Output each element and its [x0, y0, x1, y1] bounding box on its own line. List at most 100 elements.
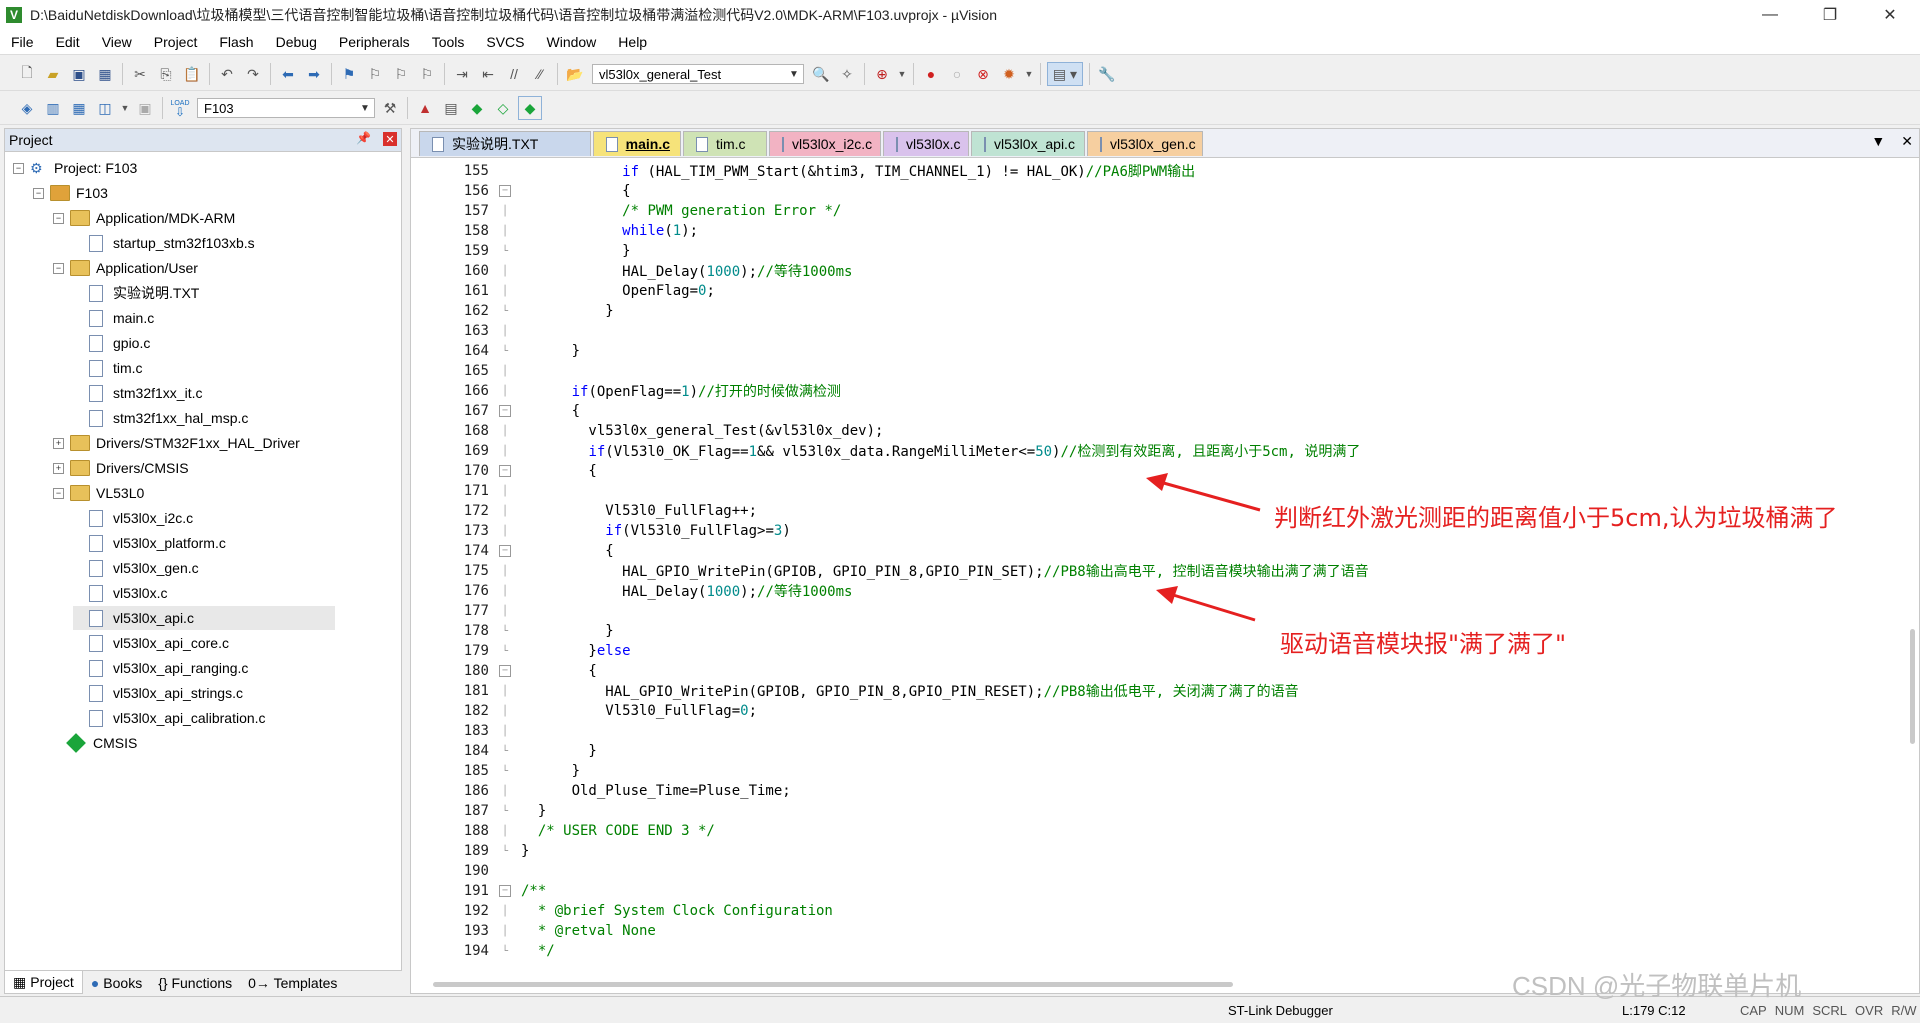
fold-collapse-icon[interactable]: − [499, 665, 511, 677]
code-line[interactable]: 191−/** [411, 881, 547, 901]
close-tab-icon[interactable]: ✕ [1901, 133, 1913, 150]
chevron-down-icon[interactable]: ▼ [1024, 63, 1034, 85]
tab-vl53l0x-i2c-c[interactable]: vl53l0x_i2c.c [769, 131, 881, 156]
fold-marker[interactable]: − [499, 185, 511, 197]
stop-build-icon[interactable]: ▣ [134, 97, 156, 119]
code-line[interactable]: 165 │ [411, 361, 521, 381]
breakpoint-kill-all-icon[interactable]: ✹ [998, 63, 1020, 85]
menu-svcs[interactable]: SVCS [475, 34, 535, 50]
code-line[interactable]: 188 │ /* USER CODE END 3 */ [411, 821, 715, 841]
code-line[interactable]: 183 │ [411, 721, 521, 741]
restore-button[interactable]: ❐ [1800, 0, 1860, 30]
tree-item[interactable]: − Application/User [53, 256, 198, 280]
collapse-icon[interactable]: − [13, 162, 24, 174]
tree-item[interactable]: gpio.c [73, 331, 150, 355]
code-line[interactable]: 194 └ */ [411, 941, 555, 961]
code-editor[interactable]: 155 if (HAL_TIM_PWM_Start(&htim3, TIM_CH… [411, 161, 1901, 961]
menu-edit[interactable]: Edit [45, 34, 91, 50]
code-line[interactable]: 162 └ } [411, 301, 614, 321]
tab-project[interactable]: ▦ Project [4, 971, 83, 994]
code-line[interactable]: 166 │ if(OpenFlag==1)//打开的时候做满检测 [411, 381, 841, 401]
code-line[interactable]: 171 │ [411, 481, 521, 501]
tab-txt[interactable]: 实验说明.TXT [419, 131, 591, 156]
code-line[interactable]: 169 │ if(Vl53l0_OK_Flag==1&& vl53l0x_data… [411, 441, 1361, 461]
build-icon[interactable]: ▥ [42, 97, 64, 119]
find-icon[interactable]: 🔍 [810, 63, 832, 85]
fold-marker[interactable]: − [499, 885, 511, 897]
navigate-forward-icon[interactable]: ➡ [303, 63, 325, 85]
tree-item[interactable]: vl53l0x_api_calibration.c [73, 706, 266, 730]
tab-vl53l0x-c[interactable]: vl53l0x.c [883, 131, 969, 156]
fold-collapse-icon[interactable]: − [499, 405, 511, 417]
uncomment-icon[interactable]: ⁄⁄ [529, 63, 551, 85]
function-combo[interactable]: vl53l0x_general_Test ▼ [592, 64, 804, 84]
breakpoint-insert-icon[interactable]: ● [920, 63, 942, 85]
menu-file[interactable]: File [0, 34, 45, 50]
close-icon[interactable]: ✕ [383, 132, 397, 146]
code-line[interactable]: 192 │ * @brief System Clock Configuration [411, 901, 833, 921]
tab-vl53l0x-gen-c[interactable]: vl53l0x_gen.c [1087, 131, 1203, 156]
bookmark-next-icon[interactable]: ⚐ [390, 63, 412, 85]
menu-debug[interactable]: Debug [265, 34, 328, 50]
fold-collapse-icon[interactable]: − [499, 465, 511, 477]
window-layout-icon[interactable]: ▤ ▾ [1047, 62, 1083, 86]
target-combo[interactable]: F103 ▼ [197, 98, 375, 118]
tree-item[interactable]: main.c [73, 306, 154, 330]
breakpoint-enable-icon[interactable]: ○ [946, 63, 968, 85]
code-line[interactable]: 174− { [411, 541, 614, 561]
save-all-icon[interactable]: ▦ [94, 63, 116, 85]
new-file-icon[interactable]: 🗋 [16, 63, 38, 85]
software-packs-icon[interactable]: ◆ [518, 96, 542, 120]
manage-project-items-icon[interactable]: ▲ [414, 97, 436, 119]
code-line[interactable]: 159 └ } [411, 241, 631, 261]
tree-item[interactable]: stm32f1xx_it.c [73, 381, 202, 405]
code-line[interactable]: 157 │ /* PWM generation Error */ [411, 201, 842, 221]
open-folder-icon[interactable]: ▰ [42, 63, 64, 85]
tree-item[interactable]: − VL53L0 [53, 481, 144, 505]
fold-marker[interactable]: − [499, 545, 511, 557]
tab-vl53l0x-api-c[interactable]: vl53l0x_api.c [971, 131, 1085, 156]
code-line[interactable]: 167− { [411, 401, 580, 421]
expand-icon[interactable]: + [53, 462, 64, 474]
code-line[interactable]: 182 │ Vl53l0_FullFlag=0; [411, 701, 757, 721]
code-line[interactable]: 190 [411, 861, 521, 881]
tree-item[interactable]: + Drivers/CMSIS [53, 456, 189, 480]
incremental-find-icon[interactable]: ✧ [836, 63, 858, 85]
code-line[interactable]: 155 if (HAL_TIM_PWM_Start(&htim3, TIM_CH… [411, 161, 1195, 181]
menu-help[interactable]: Help [607, 34, 658, 50]
tab-list-icon[interactable]: ▼ [1871, 133, 1885, 150]
code-line[interactable]: 175 │ HAL_GPIO_WritePin(GPIOB, GPIO_PIN_8… [411, 561, 1369, 581]
code-line[interactable]: 184 └ } [411, 741, 597, 761]
tab-templates[interactable]: 0→ Templates [240, 972, 345, 994]
tree-item[interactable]: vl53l0x_gen.c [73, 556, 199, 580]
tree-item[interactable]: vl53l0x.c [73, 581, 167, 605]
pin-icon[interactable]: 📌 [356, 131, 371, 145]
horizontal-scrollbar[interactable] [433, 982, 1233, 987]
code-line[interactable]: 156− { [411, 181, 631, 201]
code-line[interactable]: 179 └ }else [411, 641, 631, 661]
tree-item[interactable]: − ⚙ Project: F103 [13, 156, 137, 180]
collapse-icon[interactable]: − [53, 262, 64, 274]
tree-item[interactable]: vl53l0x_api_strings.c [73, 681, 243, 705]
tab-tim-c[interactable]: tim.c [683, 131, 767, 156]
configure-wrench-icon[interactable]: 🔧 [1096, 63, 1118, 85]
tree-item[interactable]: vl53l0x_api_ranging.c [73, 656, 248, 680]
target-options-icon[interactable]: ⚒ [379, 97, 401, 119]
code-line[interactable]: 173 │ if(Vl53l0_FullFlag>=3) [411, 521, 791, 541]
chevron-down-icon[interactable]: ▼ [897, 63, 907, 85]
fold-collapse-icon[interactable]: − [499, 885, 511, 897]
batch-build-icon[interactable]: ◫ [94, 97, 116, 119]
find-in-files-icon[interactable]: 📂 [564, 63, 586, 85]
save-icon[interactable]: ▣ [68, 63, 90, 85]
pack-installer-icon[interactable]: ◇ [492, 97, 514, 119]
fold-marker[interactable]: − [499, 465, 511, 477]
chevron-down-icon[interactable]: ▼ [120, 97, 130, 119]
code-line[interactable]: 185 └ } [411, 761, 580, 781]
debug-session-icon[interactable]: ⊕ [871, 63, 893, 85]
code-line[interactable]: 180− { [411, 661, 597, 681]
tree-item[interactable]: − Application/MDK-ARM [53, 206, 235, 230]
undo-icon[interactable]: ↶ [216, 63, 238, 85]
menu-flash[interactable]: Flash [208, 34, 264, 50]
translate-icon[interactable]: ◈ [16, 97, 38, 119]
bookmark-icon[interactable]: ⚑ [338, 63, 360, 85]
